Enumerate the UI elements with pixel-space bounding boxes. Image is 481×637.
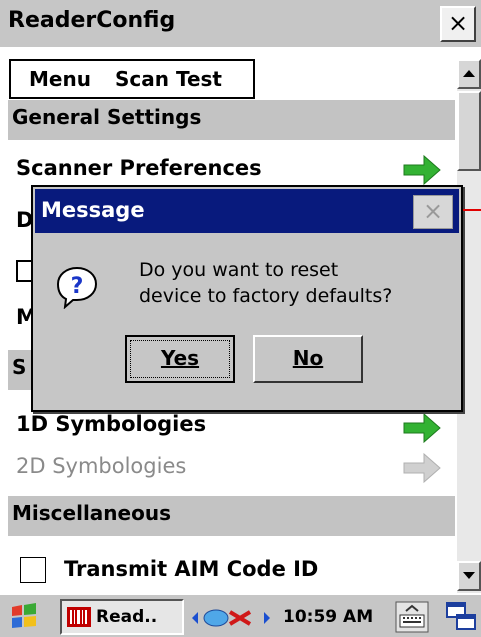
window-switch-icon[interactable] [445, 601, 477, 633]
dialog-message: Do you want to reset device to factory d… [139, 257, 392, 309]
dialog-message-line2: device to factory defaults? [139, 285, 393, 307]
no-button[interactable]: No [253, 335, 363, 383]
title-bar: ReaderConfig × [0, 0, 481, 47]
menu-item-menu[interactable]: Menu [29, 67, 91, 91]
taskbar-app-label: Read.. [96, 607, 158, 627]
window-title: ReaderConfig [8, 8, 176, 33]
close-button[interactable]: × [440, 6, 476, 42]
arrow-up-icon [463, 70, 475, 77]
green-arrow-icon[interactable] [402, 412, 442, 444]
taskbar-app-button[interactable]: Read.. [60, 599, 184, 635]
menu-bar: Menu Scan Test [9, 59, 255, 99]
dialog-title-bar: Message × [35, 189, 459, 233]
menu-item-scan-test[interactable]: Scan Test [115, 67, 222, 91]
dialog-message-line1: Do you want to reset [139, 259, 339, 281]
network-icon[interactable] [190, 605, 270, 631]
scroll-up-button[interactable] [457, 59, 481, 89]
row-transmit-aim[interactable]: Transmit AIM Code ID [64, 557, 318, 581]
dialog-close-button[interactable]: × [413, 195, 453, 229]
row-2d-symbologies[interactable]: 2D Symbologies [16, 454, 186, 478]
scroll-thumb[interactable] [457, 91, 481, 171]
svg-text:?: ? [71, 274, 84, 299]
green-arrow-icon[interactable] [402, 154, 442, 186]
reader-app-icon [67, 607, 91, 627]
question-icon: ? [56, 266, 98, 309]
yes-button[interactable]: Yes [125, 335, 235, 383]
red-line-marker [463, 209, 481, 211]
row-scanner-preferences[interactable]: Scanner Preferences [16, 156, 262, 180]
scroll-down-button[interactable] [457, 561, 481, 591]
transmit-aim-checkbox[interactable] [20, 557, 46, 583]
message-dialog: Message × ? Do you want to reset device … [31, 185, 463, 412]
yes-button-label: Yes [130, 340, 230, 378]
section-general-settings: General Settings [8, 100, 455, 140]
arrow-down-icon [463, 572, 475, 579]
keyboard-icon[interactable] [395, 601, 429, 633]
dialog-title: Message [41, 198, 145, 222]
row-1d-symbologies[interactable]: 1D Symbologies [16, 412, 206, 436]
clock-time[interactable]: 10:59 AM [283, 607, 373, 627]
windows-flag-icon[interactable] [6, 601, 42, 633]
section-miscellaneous: Miscellaneous [8, 496, 455, 536]
gray-arrow-icon[interactable] [402, 452, 442, 484]
taskbar: Read.. 10:59 AM [0, 593, 481, 637]
